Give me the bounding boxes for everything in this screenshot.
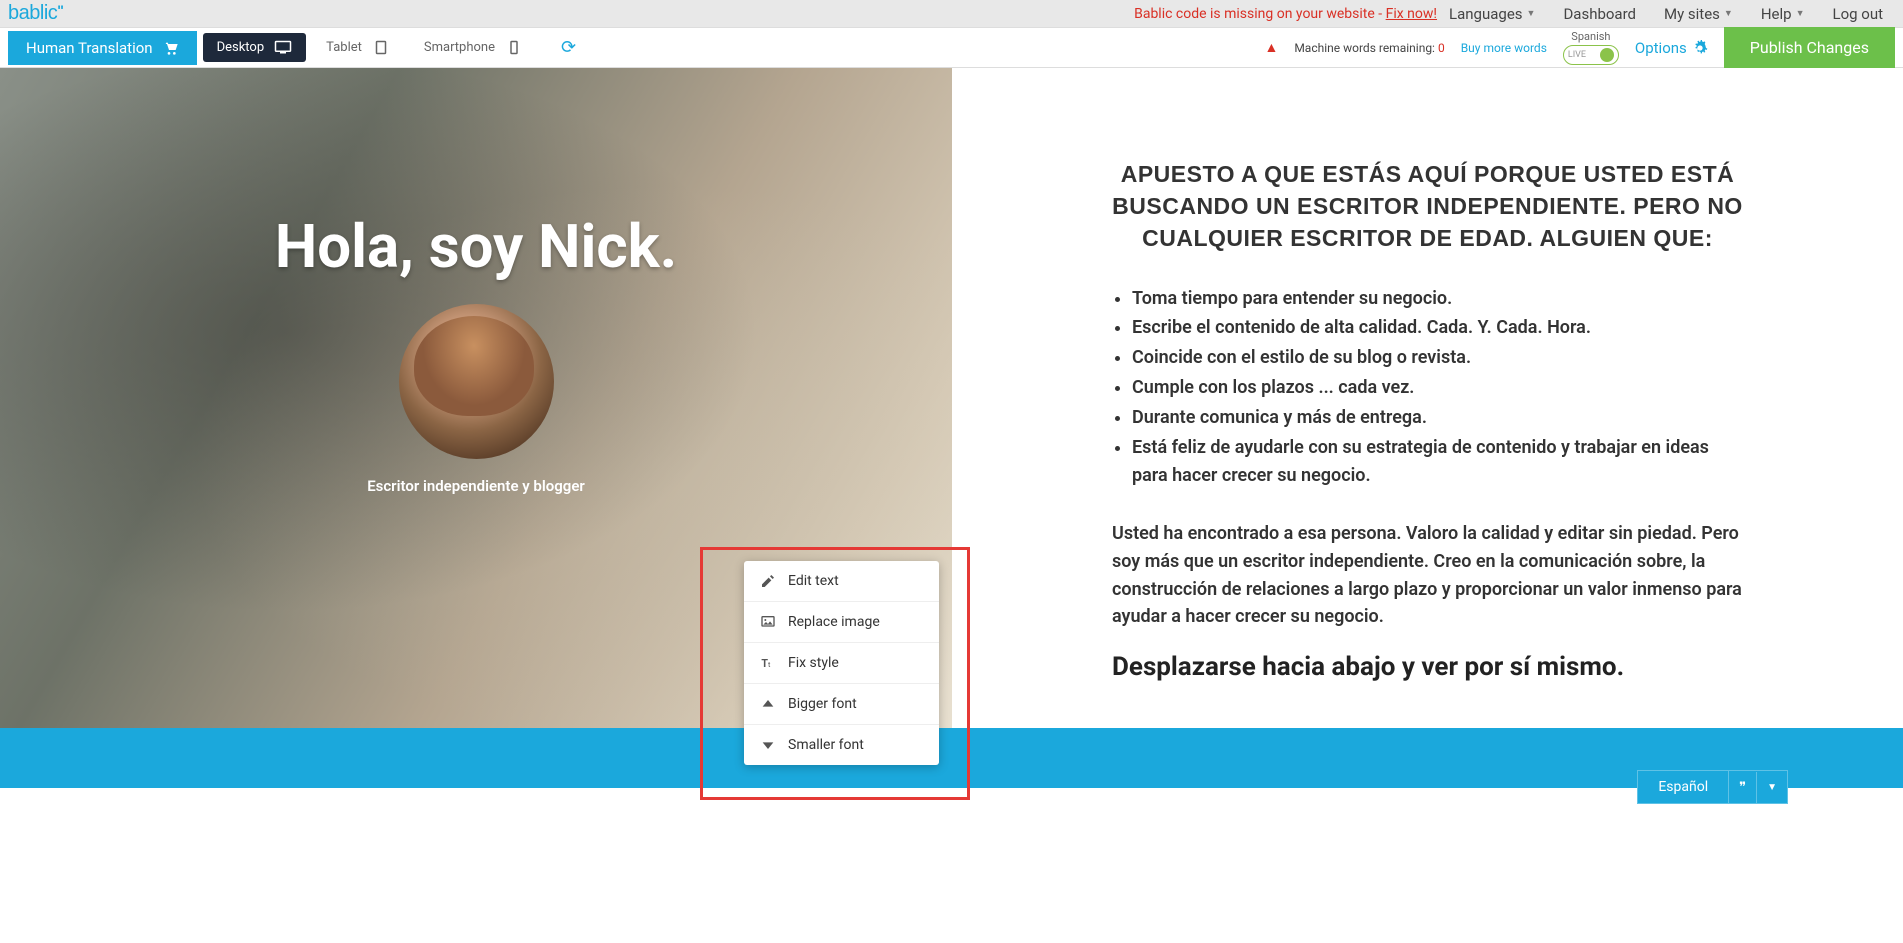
hero-title[interactable]: Hola, soy Nick. — [275, 211, 677, 282]
caret-icon: ▼ — [1527, 8, 1536, 19]
text-style-icon: Tt — [760, 655, 776, 671]
fix-now-link[interactable]: Fix now! — [1386, 6, 1437, 22]
content-paragraph[interactable]: Usted ha encontrado a esa persona. Valor… — [1112, 520, 1743, 632]
alert-bar: Bablic code is missing on your website -… — [1134, 6, 1449, 22]
nav-dashboard[interactable]: Dashboard — [1563, 5, 1636, 23]
content-heading[interactable]: APUESTO A QUE ESTÁS AQUÍ PORQUE USTED ES… — [1112, 158, 1743, 255]
quote-icon[interactable]: ❞ — [1729, 772, 1757, 803]
language-picker[interactable]: Español ❞ ▼ — [1637, 770, 1788, 804]
svg-text:t: t — [768, 660, 771, 669]
smartphone-icon — [505, 40, 523, 55]
main-content: Hola, soy Nick. Escritor independiente y… — [0, 68, 1903, 728]
chevron-down-icon[interactable]: ▼ — [1757, 774, 1787, 801]
context-smaller-font[interactable]: Smaller font — [744, 725, 939, 765]
alert-text: Bablic code is missing on your website - — [1134, 6, 1386, 22]
avatar-image[interactable] — [399, 304, 554, 459]
warning-icon: ▲ — [1264, 39, 1278, 56]
editor-toolbar: Human Translation Desktop Tablet Smartph… — [0, 28, 1903, 68]
context-bigger-font[interactable]: Bigger font — [744, 684, 939, 725]
svg-text:T: T — [761, 657, 768, 670]
publish-changes-button[interactable]: Publish Changes — [1724, 27, 1895, 68]
list-item[interactable]: Cumple con los plazos ... cada vez. — [1132, 374, 1743, 402]
context-replace-image[interactable]: Replace image — [744, 602, 939, 643]
top-nav: Languages▼ Dashboard My sites▼ Help▼ Log… — [1449, 5, 1903, 23]
list-item[interactable]: Está feliz de ayudarle con su estrategia… — [1132, 434, 1743, 490]
buy-more-words-link[interactable]: Buy more words — [1461, 41, 1547, 55]
context-edit-text[interactable]: Edit text — [744, 561, 939, 602]
gear-icon — [1692, 40, 1708, 56]
list-item[interactable]: Coincide con el estilo de su blog o revi… — [1132, 344, 1743, 372]
bottom-bar: Español ❞ ▼ — [0, 728, 1903, 788]
triangle-up-icon — [760, 696, 776, 712]
nav-my-sites[interactable]: My sites▼ — [1664, 5, 1733, 23]
image-icon — [760, 614, 776, 630]
tablet-icon — [372, 40, 390, 55]
translated-content-pane: APUESTO A QUE ESTÁS AQUÍ PORQUE USTED ES… — [952, 68, 1903, 728]
human-translation-button[interactable]: Human Translation — [8, 31, 197, 65]
device-desktop-button[interactable]: Desktop — [203, 33, 307, 62]
options-link[interactable]: Options — [1635, 39, 1708, 57]
refresh-icon[interactable]: ⟳ — [561, 37, 576, 58]
nav-languages[interactable]: Languages▼ — [1449, 5, 1535, 23]
nav-logout[interactable]: Log out — [1832, 5, 1883, 23]
device-smartphone-button[interactable]: Smartphone — [410, 33, 537, 62]
language-live-toggle[interactable]: Spanish LIVE — [1563, 30, 1619, 65]
context-fix-style[interactable]: Tt Fix style — [744, 643, 939, 684]
device-tablet-button[interactable]: Tablet — [312, 33, 404, 62]
nav-help[interactable]: Help▼ — [1761, 5, 1805, 23]
pencil-icon — [760, 573, 776, 589]
top-bar: bablic Bablic code is missing on your we… — [0, 0, 1903, 28]
language-picker-current[interactable]: Español — [1638, 771, 1729, 803]
content-cta[interactable]: Desplazarse hacia abajo y ver por sí mis… — [1112, 651, 1743, 685]
desktop-icon — [274, 40, 292, 55]
list-item[interactable]: Durante comunica y más de entrega. — [1132, 404, 1743, 432]
hero-subtitle[interactable]: Escritor independiente y blogger — [275, 477, 677, 495]
triangle-down-icon — [760, 737, 776, 753]
list-item[interactable]: Toma tiempo para entender su negocio. — [1132, 285, 1743, 313]
caret-icon: ▼ — [1796, 8, 1805, 19]
logo[interactable]: bablic — [8, 2, 63, 25]
content-bullet-list: Toma tiempo para entender su negocio. Es… — [1112, 285, 1743, 490]
words-remaining: Machine words remaining: 0 — [1294, 41, 1444, 55]
list-item[interactable]: Escribe el contenido de alta calidad. Ca… — [1132, 314, 1743, 342]
context-menu: Edit text Replace image Tt Fix style Big… — [744, 561, 939, 765]
caret-icon: ▼ — [1724, 8, 1733, 19]
cart-icon — [163, 40, 179, 56]
